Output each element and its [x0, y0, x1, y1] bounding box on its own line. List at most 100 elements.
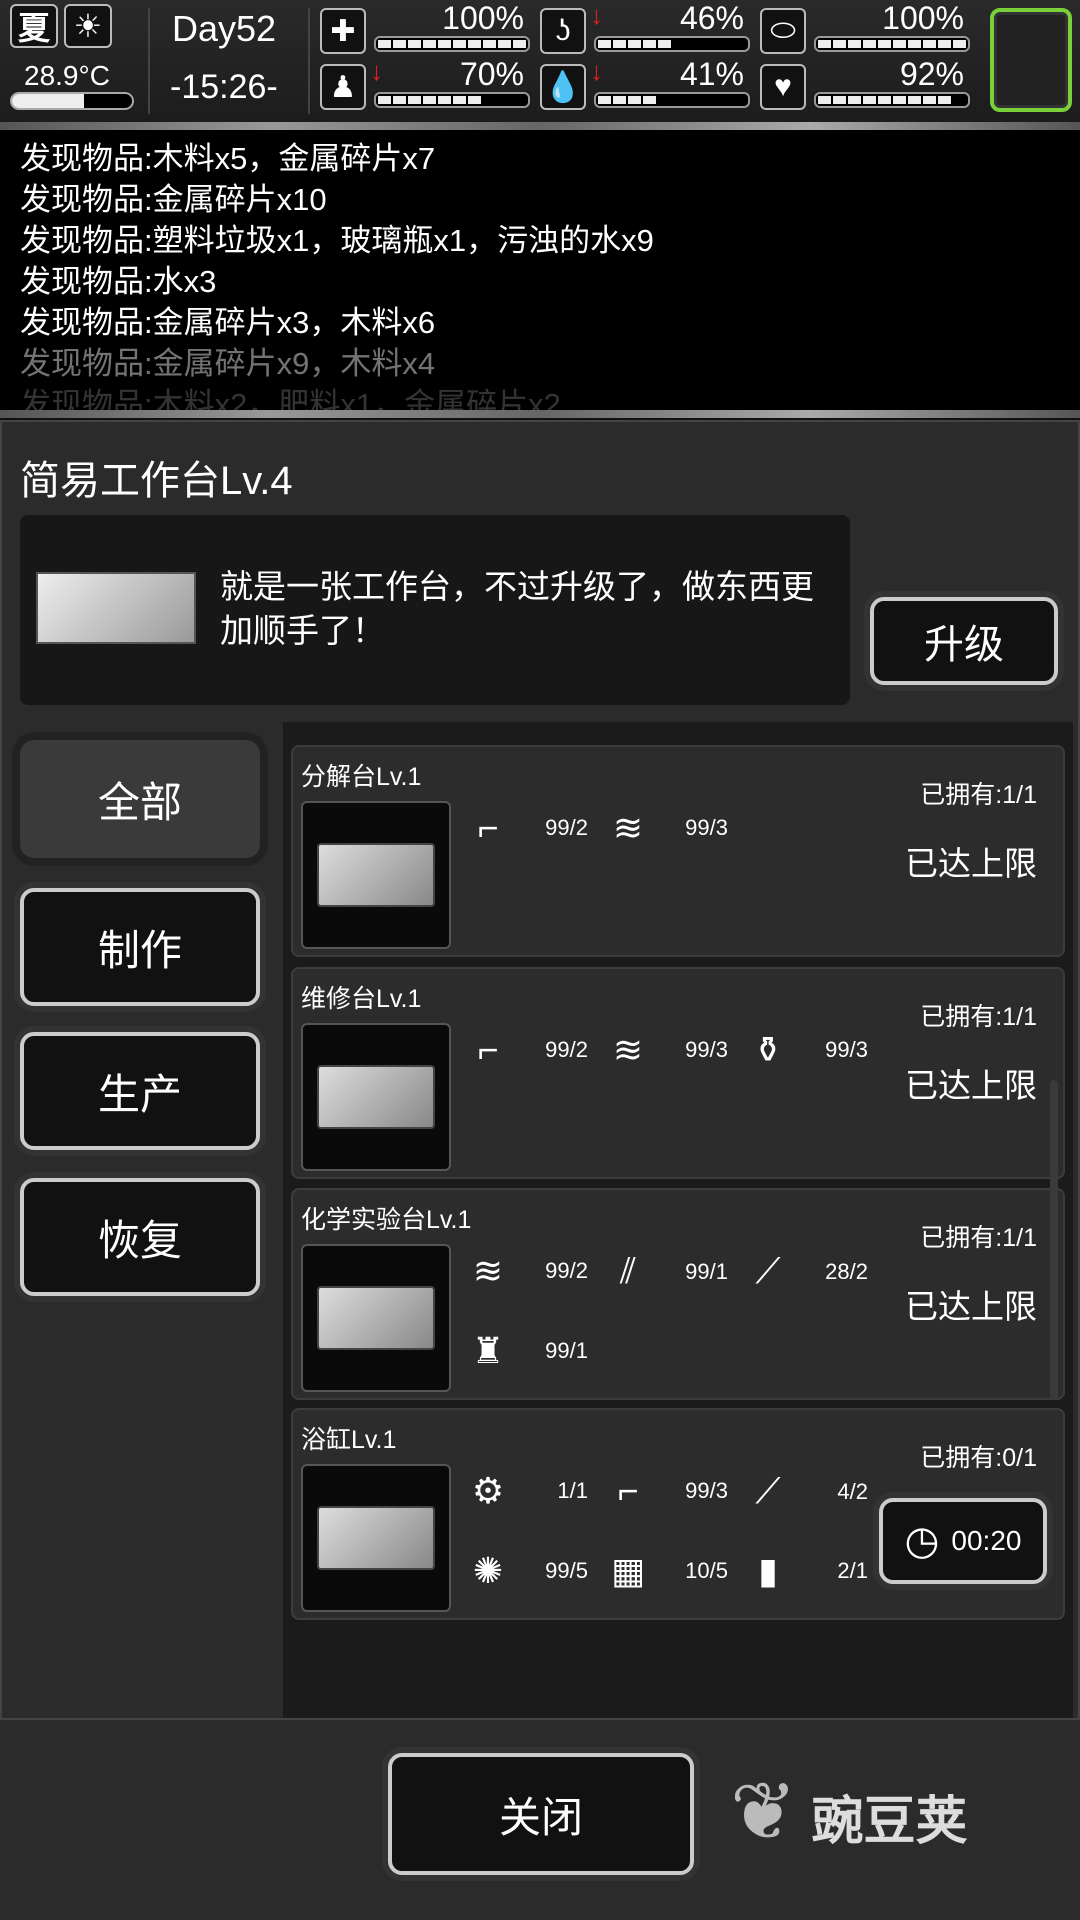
metal-scrap-icon: ⌐ [477, 807, 499, 848]
log-entry: 发现物品:木料x5，金属碎片x7 [20, 141, 436, 176]
stat-health-value: 100% [442, 0, 524, 36]
glass-bottle-icon: ⫽ [619, 1250, 637, 1291]
wood-logs-icon: ≋ [612, 1029, 644, 1070]
screw-icon: ⟋ [755, 1250, 781, 1291]
metal-scrap-icon: ⌐ [477, 1029, 499, 1070]
item-name: 化学实验台Lv.1 [301, 1206, 472, 1234]
metal-scrap-icon: ⌐ [617, 1470, 639, 1511]
log-entry: 发现物品:木料x2，肥料x1，金属碎片x2 [20, 387, 561, 412]
close-button[interactable]: 关闭 [388, 1753, 694, 1875]
stat-stamina-value: 70% [459, 56, 524, 92]
leg-icon: ♟ [320, 64, 366, 110]
stat-stamina-bar [374, 92, 530, 108]
page-title: 简易工作台Lv.4 [20, 459, 293, 503]
requirement: ⌐ 99/2 [458, 1029, 598, 1071]
temperature-gauge [10, 92, 134, 110]
log-entry: 发现物品:塑料垃圾x1，玻璃瓶x1，污浊的水x9 [20, 223, 654, 258]
equipment-slot[interactable] [990, 8, 1072, 112]
spray-bottle-icon: ♜ [471, 1330, 505, 1371]
fiber-icon: ✺ [472, 1550, 504, 1591]
list-item[interactable]: 化学实验台Lv.1 已拥有:1/1 ≋ 99/2 ⫽ 99/1 ⟋ 28/2 ♜ 99/1 已达… [291, 1188, 1065, 1400]
requirement: ⟋ 28/2 [738, 1250, 878, 1293]
item-image [301, 801, 451, 949]
day-counter: Day52 [172, 8, 277, 49]
stomach-icon: ʖ [540, 8, 586, 54]
owned-count: 已拥有:1/1 [920, 781, 1037, 809]
clock-icon: ◷ [904, 1519, 940, 1563]
requirement: ⟋ 4/2 [738, 1470, 878, 1513]
item-name: 维修台Lv.1 [301, 985, 422, 1013]
stat-health-bar [374, 36, 530, 52]
season-badge: 夏 [10, 4, 58, 48]
scrollbar[interactable] [1050, 1080, 1058, 1400]
temperature: 28.9°C [24, 60, 110, 91]
requirement: ≋ 99/2 [458, 1250, 598, 1292]
status-maxed: 已达上限 [905, 845, 1037, 882]
tab-0[interactable]: 全部 [20, 740, 260, 858]
list-item[interactable]: 浴缸Lv.1 已拥有:0/1 ⚙ 1/1 ⌐ 99/3 ⟋ 4/2 ✺ 99/5 ▦ 10/5 ▮ 2… [291, 1408, 1065, 1620]
heart-icon: ♥ [760, 64, 806, 110]
requirement: ≋ 99/3 [598, 807, 738, 849]
plastic-trash-icon: ⚱ [752, 1029, 784, 1070]
requirement: ▦ 10/5 [598, 1550, 738, 1592]
list-item[interactable]: 维修台Lv.1 已拥有:1/1 ⌐ 99/2 ≋ 99/3 ⚱ 99/3 已达上限 [291, 967, 1065, 1179]
stat-hunger-bar [594, 36, 750, 52]
item-image [301, 1244, 451, 1392]
sun-icon: ☀ [64, 4, 112, 48]
item-name: 分解台Lv.1 [301, 763, 422, 791]
stat-thirst-bar [594, 92, 750, 108]
divider [308, 8, 310, 114]
stat-mood-value: 92% [899, 56, 964, 92]
clock: -15:26- [170, 68, 278, 106]
list-item[interactable]: 分解台Lv.1 已拥有:1/1 ⌐ 99/2 ≋ 99/3 已达上限 [291, 745, 1065, 957]
pill-icon: ⬭ [760, 8, 806, 54]
item-name: 浴缸Lv.1 [301, 1426, 397, 1454]
requirement: ⚱ 99/3 [738, 1029, 878, 1071]
event-log: 发现物品:木料x5，金属碎片x7 发现物品:金属碎片x10 发现物品:塑料垃圾x1，… [0, 130, 1080, 412]
wood-logs-icon: ≋ [472, 1250, 504, 1291]
build-timer-button[interactable]: ◷ 00:20 [879, 1498, 1047, 1584]
requirement: ≋ 99/3 [598, 1029, 738, 1071]
owned-count: 已拥有:0/1 [920, 1444, 1037, 1472]
requirement: ⫽ 99/1 [598, 1250, 738, 1293]
requirement: ⌐ 99/2 [458, 807, 598, 849]
watermark-logo: ❦ 豌豆荚 [730, 1767, 968, 1856]
owned-count: 已拥有:1/1 [920, 1224, 1037, 1252]
workbench-image [36, 572, 196, 644]
status-maxed: 已达上限 [905, 1288, 1037, 1325]
watermark-text: 豌豆荚 [811, 1793, 968, 1851]
description-text: 就是一张工作台，不过升级了，做东西更加顺手了！ [220, 568, 814, 649]
tab-2[interactable]: 生产 [20, 1032, 260, 1150]
stat-thirst-value: 41% [679, 56, 744, 92]
tab-3[interactable]: 恢复 [20, 1178, 260, 1296]
item-image [301, 1023, 451, 1171]
stat-medicine-bar [814, 36, 970, 52]
log-entry: 发现物品:金属碎片x3，木料x6 [20, 305, 436, 340]
divider [0, 122, 1080, 130]
stat-mood-bar [814, 92, 970, 108]
wood-logs-icon: ≋ [612, 807, 644, 848]
requirement: ⌐ 99/3 [598, 1470, 738, 1512]
requirement: ♜ 99/1 [458, 1330, 598, 1372]
divider [0, 410, 1080, 418]
jerry-can-icon: ▮ [758, 1550, 778, 1591]
first-aid-kit-icon: ✚ [320, 8, 366, 54]
requirement: ✺ 99/5 [458, 1550, 598, 1592]
requirement: ▮ 2/1 [738, 1550, 878, 1592]
divider [148, 8, 150, 114]
tab-1[interactable]: 制作 [20, 888, 260, 1006]
status-maxed: 已达上限 [905, 1067, 1037, 1104]
upgrade-button[interactable]: 升级 [870, 597, 1058, 685]
log-entry: 发现物品:金属碎片x10 [20, 182, 327, 217]
pipe-icon: ⟋ [755, 1470, 781, 1511]
requirement: ⚙ 1/1 [458, 1470, 598, 1512]
log-entry: 发现物品:金属碎片x9，木料x4 [20, 346, 436, 381]
owned-count: 已拥有:1/1 [920, 1003, 1037, 1031]
item-list[interactable]: 分解台Lv.1 已拥有:1/1 ⌐ 99/2 ≋ 99/3 已达上限 维修台Lv.1 已… [283, 722, 1073, 1718]
gears-icon: ⚙ [471, 1470, 505, 1511]
log-entry: 发现物品:水x3 [20, 264, 217, 299]
item-image [301, 1464, 451, 1612]
bricks-icon: ▦ [610, 1550, 645, 1591]
water-drop-icon: 💧 [540, 64, 586, 110]
stat-medicine-value: 100% [882, 0, 964, 36]
